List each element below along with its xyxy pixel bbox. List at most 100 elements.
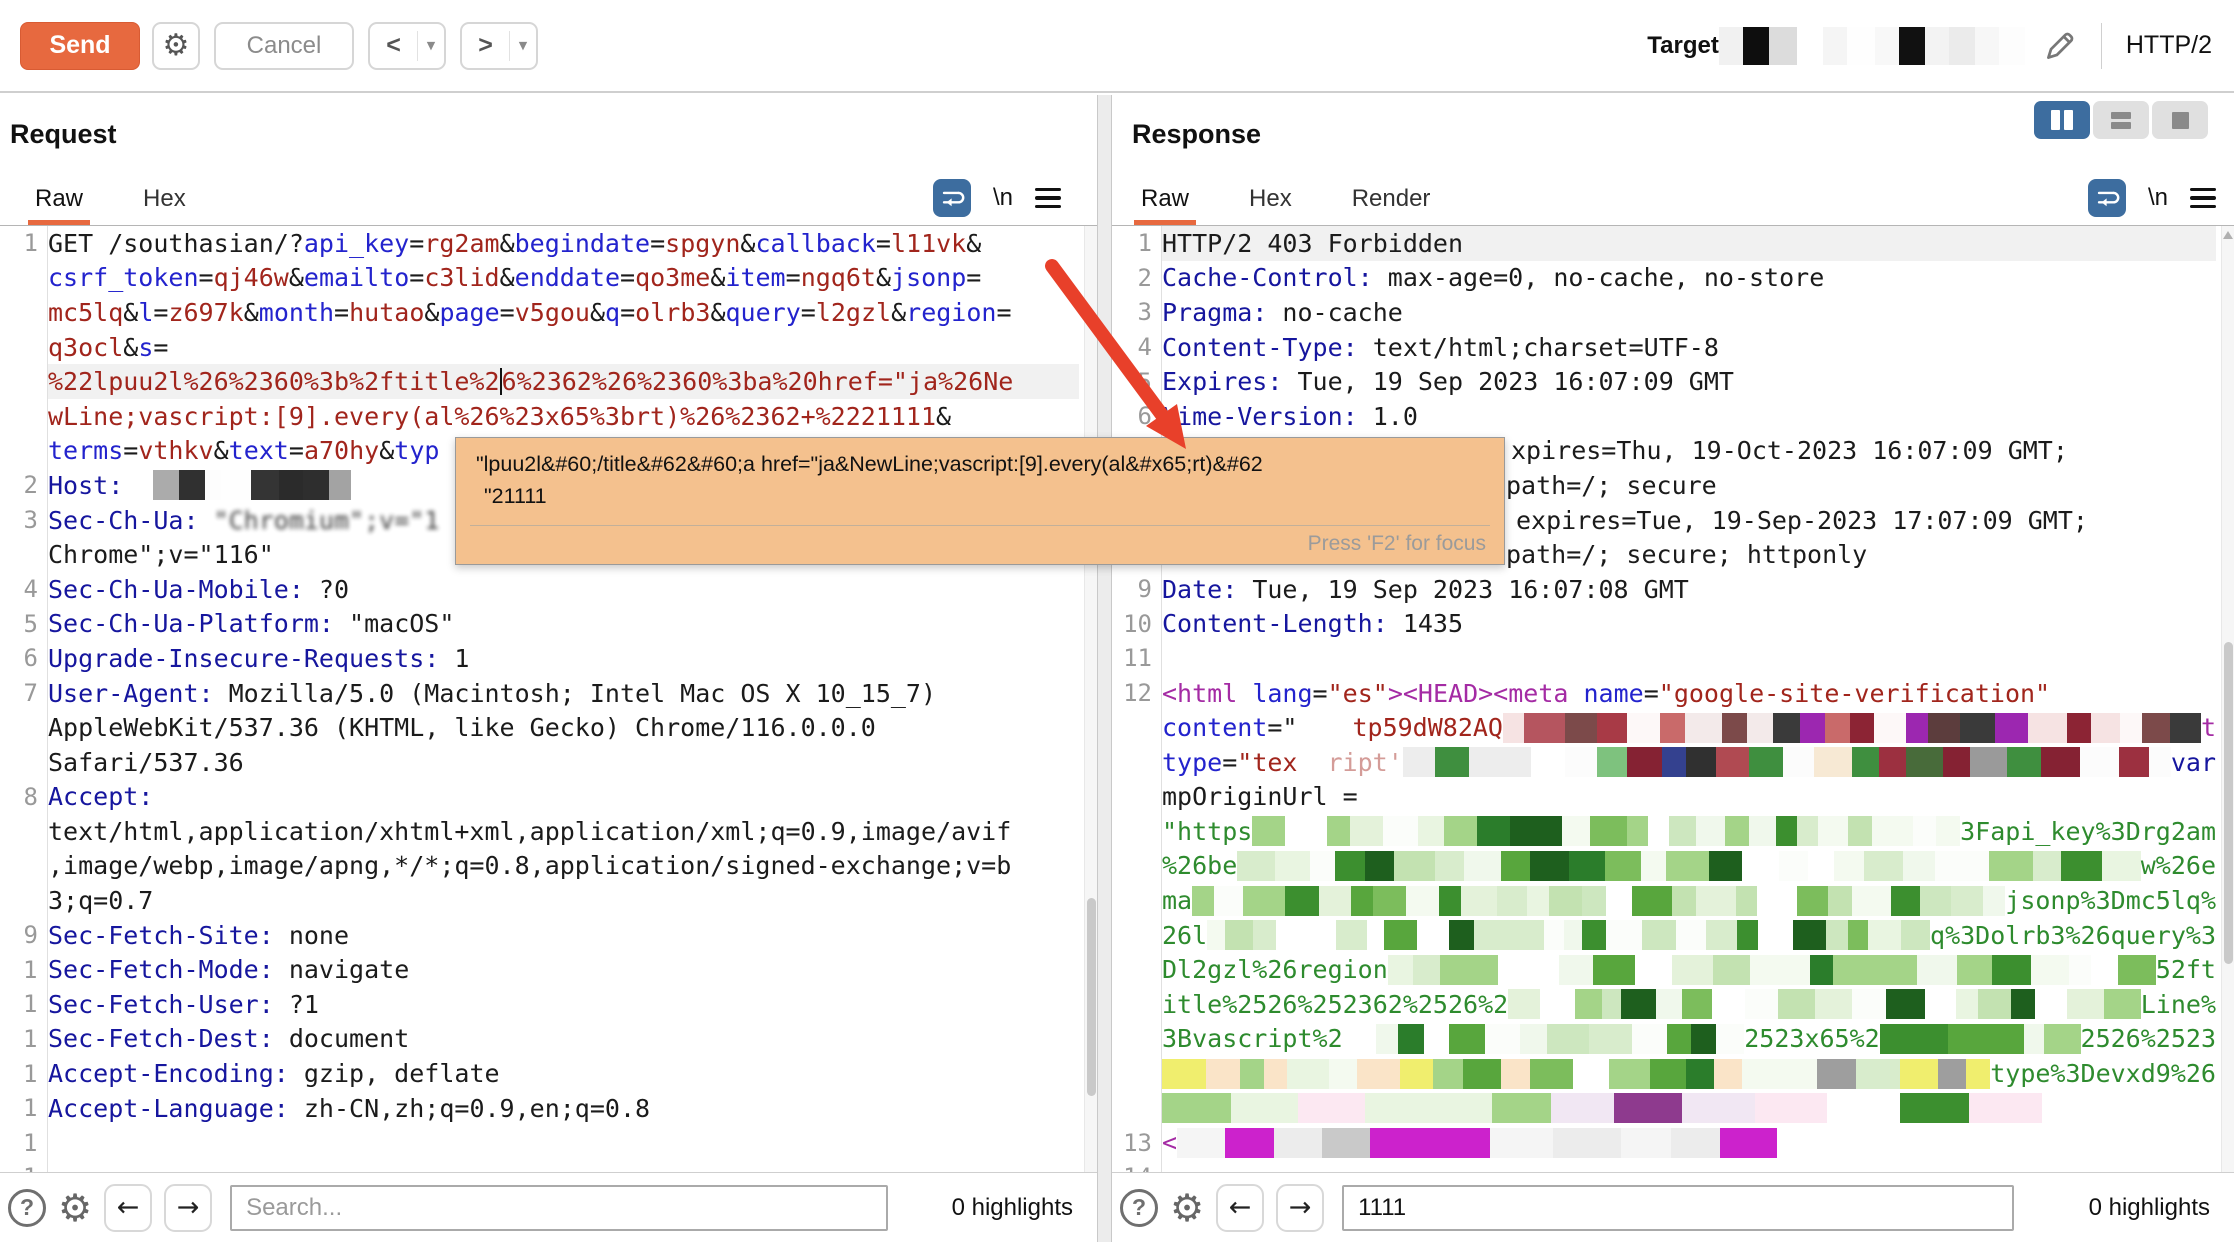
help-icon[interactable]: ?	[8, 1189, 46, 1227]
code-row[interactable]: 8Accept:	[0, 780, 1097, 815]
word-wrap-icon[interactable]	[933, 179, 971, 217]
menu-icon[interactable]	[2190, 188, 2216, 209]
history-forward-button[interactable]: > ▼	[460, 22, 538, 70]
search-settings-gear-icon[interactable]: ⚙	[1170, 1189, 1204, 1227]
code-row[interactable]: 1HTTP/2 403 Forbidden	[1112, 226, 2234, 261]
code-row[interactable]: content="tp59dW82AQt	[1112, 710, 2234, 745]
code-row[interactable]: q3ocl&s=	[0, 330, 1097, 365]
code-row[interactable]: Safari/537.36	[0, 745, 1097, 780]
code-row[interactable]: 26lq%3Dolrb3%26query%3	[1112, 918, 2234, 953]
layout-columns-button[interactable]	[2034, 101, 2090, 139]
code-row[interactable]: 1GET /southasian/?api_key=rg2am&begindat…	[0, 226, 1097, 261]
chevron-down-icon[interactable]: ▼	[510, 39, 536, 52]
search-next-button[interactable]: →	[1276, 1184, 1324, 1232]
code-row[interactable]: 15	[0, 1125, 1097, 1160]
code-row[interactable]: 2Cache-Control: max-age=0, no-cache, no-…	[1112, 261, 2234, 296]
code-row[interactable]: 14Accept-Language: zh-CN,zh;q=0.9,en;q=0…	[0, 1091, 1097, 1126]
newline-toggle[interactable]: \n	[2148, 184, 2168, 212]
code-line: %22lpuu2l%26%2360%3b%2ftitle%26%2362%26%…	[48, 364, 1079, 399]
code-row[interactable]	[1112, 1091, 2234, 1126]
code-row[interactable]: 5Expires: Tue, 19 Sep 2023 16:07:09 GMT	[1112, 364, 2234, 399]
line-number-gutter: 3	[0, 503, 48, 538]
code-row[interactable]: majsonp%3Dmc5lq%	[1112, 883, 2234, 918]
newline-toggle[interactable]: \n	[993, 184, 1013, 212]
code-row[interactable]: 11Sec-Fetch-User: ?1	[0, 987, 1097, 1022]
code-row[interactable]: 6Mime-Version: 1.0	[1112, 399, 2234, 434]
code-row[interactable]: 12Sec-Fetch-Dest: document	[0, 1022, 1097, 1057]
line-number-gutter	[0, 814, 48, 849]
send-button[interactable]: Send	[20, 22, 140, 70]
code-row[interactable]: AppleWebKit/537.36 (KHTML, like Gecko) C…	[0, 710, 1097, 745]
panel-splitter[interactable]	[1097, 95, 1112, 1242]
code-text: %22lpuu2l%26%2360%3b%2ftitle%2	[48, 367, 500, 396]
code-row[interactable]: 5Sec-Ch-Ua-Platform: "macOS"	[0, 607, 1097, 642]
code-row[interactable]: 3Pragma: no-cache	[1112, 295, 2234, 330]
code-row[interactable]: 13<	[1112, 1125, 2234, 1160]
code-row[interactable]: 12<html lang="es"><HEAD><meta name="goog…	[1112, 676, 2234, 711]
search-next-button[interactable]: →	[164, 1184, 212, 1232]
line-number-gutter	[1112, 918, 1162, 953]
code-row[interactable]: type%3Devxd9%26	[1112, 1056, 2234, 1091]
scrollbar-thumb[interactable]	[1087, 898, 1096, 1097]
send-settings-gear-button[interactable]: ⚙	[152, 22, 200, 70]
code-row[interactable]: 7User-Agent: Mozilla/5.0 (Macintosh; Int…	[0, 676, 1097, 711]
code-text: max-age=0, no-cache, no-store	[1373, 263, 1825, 292]
word-wrap-icon[interactable]	[2088, 179, 2126, 217]
layout-rows-button[interactable]	[2093, 101, 2149, 139]
code-row[interactable]: mpOriginUrl =	[1112, 780, 2234, 815]
response-scrollbar[interactable]	[2221, 226, 2234, 1172]
code-row[interactable]: 3;q=0.7	[0, 883, 1097, 918]
code-row[interactable]: text/html,application/xhtml+xml,applicat…	[0, 814, 1097, 849]
code-text: qo3me	[635, 263, 710, 292]
layout-single-button[interactable]	[2152, 101, 2208, 139]
code-row[interactable]: itle%2526%252362%2526%2Line%	[1112, 987, 2234, 1022]
code-row[interactable]: 13Accept-Encoding: gzip, deflate	[0, 1056, 1097, 1091]
help-icon[interactable]: ?	[1120, 1189, 1158, 1227]
response-search-input[interactable]	[1342, 1185, 2014, 1231]
code-row[interactable]: 4Content-Type: text/html;charset=UTF-8	[1112, 330, 2234, 365]
tab-hex[interactable]: Hex	[136, 185, 193, 225]
response-editor[interactable]: 1HTTP/2 403 Forbidden2Cache-Control: max…	[1112, 225, 2234, 1172]
request-scrollbar[interactable]	[1084, 226, 1097, 1172]
cancel-button[interactable]: Cancel	[214, 22, 354, 70]
search-prev-button[interactable]: ←	[1216, 1184, 1264, 1232]
code-row[interactable]: 3Bvascript%22523x65%22526%2523	[1112, 1022, 2234, 1057]
search-prev-button[interactable]: ←	[104, 1184, 152, 1232]
tab-raw[interactable]: Raw	[28, 185, 90, 225]
code-text: "Chromium";v="1	[214, 506, 440, 535]
edit-pencil-icon[interactable]	[2041, 27, 2079, 65]
history-back-button[interactable]: < ▼	[368, 22, 446, 70]
code-row[interactable]: 9Date: Tue, 19 Sep 2023 16:07:08 GMT	[1112, 572, 2234, 607]
scrollbar-thumb[interactable]	[2224, 642, 2233, 964]
tab-render[interactable]: Render	[1345, 185, 1438, 225]
tab-raw[interactable]: Raw	[1134, 185, 1196, 225]
code-row[interactable]: %22lpuu2l%26%2360%3b%2ftitle%26%2362%26%…	[0, 364, 1097, 399]
code-row[interactable]: ,image/webp,image/apng,*/*;q=0.8,applica…	[0, 849, 1097, 884]
line-number-gutter: 8	[0, 780, 48, 815]
code-row[interactable]: 16	[0, 1160, 1097, 1172]
code-row[interactable]: 6Upgrade-Insecure-Requests: 1	[0, 641, 1097, 676]
code-row[interactable]: csrf_token=qj46w&emailto=c3lid&enddate=q…	[0, 261, 1097, 296]
code-row[interactable]: mc5lq&l=z697k&month=hutao&page=v5gou&q=o…	[0, 295, 1097, 330]
scrollbar-up-icon[interactable]	[2223, 231, 2233, 239]
code-row[interactable]: "https3Fapi_key%3Drg2am	[1112, 814, 2234, 849]
chevron-down-icon[interactable]: ▼	[418, 39, 444, 52]
code-row[interactable]: %26bew%26e	[1112, 849, 2234, 884]
menu-icon[interactable]	[1035, 188, 1061, 209]
code-text: qj46w	[214, 263, 289, 292]
code-text: Safari/537.36	[48, 748, 244, 777]
code-row[interactable]: 4Sec-Ch-Ua-Mobile: ?0	[0, 572, 1097, 607]
code-line: Accept-Encoding: gzip, deflate	[48, 1056, 1079, 1091]
code-row[interactable]: 14	[1112, 1160, 2234, 1172]
code-row[interactable]: 10Content-Length: 1435	[1112, 607, 2234, 642]
code-row[interactable]: Dl2gzl%26region52ft	[1112, 952, 2234, 987]
code-row[interactable]: wLine;vascript:[9].every(al%26%23x65%3br…	[0, 399, 1097, 434]
request-editor[interactable]: 1GET /southasian/?api_key=rg2am&begindat…	[0, 225, 1097, 1172]
search-settings-gear-icon[interactable]: ⚙	[58, 1189, 92, 1227]
code-row[interactable]: type="texript'var	[1112, 745, 2234, 780]
code-row[interactable]: 11	[1112, 641, 2234, 676]
code-row[interactable]: 10Sec-Fetch-Mode: navigate	[0, 952, 1097, 987]
tab-hex[interactable]: Hex	[1242, 185, 1299, 225]
code-row[interactable]: 9Sec-Fetch-Site: none	[0, 918, 1097, 953]
request-search-input[interactable]	[230, 1185, 888, 1231]
